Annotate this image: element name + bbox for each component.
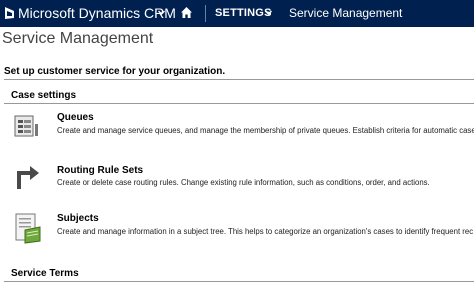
dynamics-logo-icon (5, 7, 14, 19)
chevron-down-icon[interactable] (157, 8, 166, 17)
top-nav-bar: Microsoft Dynamics CRM SETTINGS Service … (0, 0, 474, 27)
queues-description: Create and manage service queues, and ma… (57, 126, 474, 135)
queues-link[interactable]: Queues (57, 112, 94, 123)
divider (4, 103, 474, 104)
divider (4, 79, 474, 80)
routing-rule-sets-description: Create or delete case routing rules. Cha… (57, 178, 430, 187)
subjects-description: Create and manage information in a subje… (57, 227, 474, 236)
subjects-link[interactable]: Subjects (57, 213, 99, 224)
routing-rule-sets-link[interactable]: Routing Rule Sets (57, 165, 143, 176)
home-icon[interactable] (180, 6, 193, 19)
subjects-book-icon[interactable] (13, 212, 43, 244)
page-intro: Set up customer service for your organiz… (4, 66, 226, 77)
queues-icon[interactable] (13, 112, 41, 140)
area-breadcrumb[interactable]: Service Management (289, 6, 402, 20)
nav-separator (205, 5, 206, 22)
routing-arrow-icon[interactable] (13, 163, 41, 191)
brand-title[interactable]: Microsoft Dynamics CRM (18, 5, 176, 21)
divider (4, 281, 474, 282)
chevron-down-icon[interactable] (264, 8, 273, 17)
page-title: Service Management (2, 30, 154, 47)
section-heading-case-settings: Case settings (11, 90, 77, 101)
section-heading-service-terms: Service Terms (11, 268, 79, 279)
